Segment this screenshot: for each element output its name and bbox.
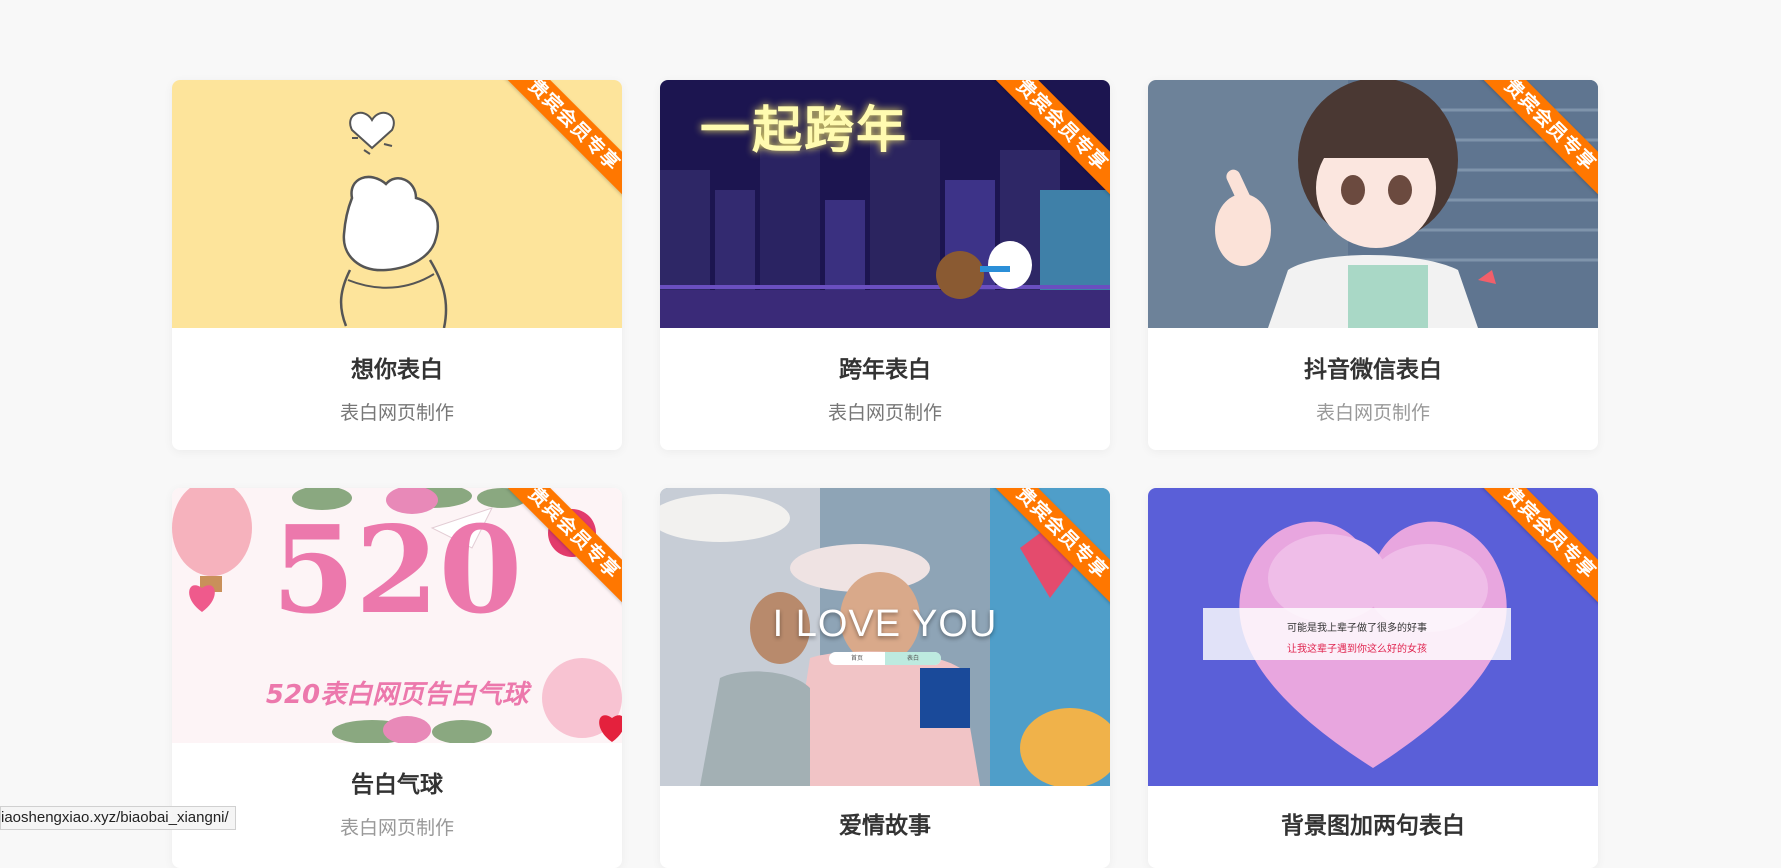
image-heading: I LOVE YOU xyxy=(772,603,998,645)
vip-ribbon: 贵宾会员专享 xyxy=(990,80,1110,200)
template-card-kuanian[interactable]: 一起跨年 贵宾会员专享 跨年表白 表白网页制作 xyxy=(660,80,1110,450)
card-title: 跨年表白 xyxy=(839,357,931,383)
preview-button-group: 首页 表白 xyxy=(829,652,941,665)
vip-badge: 贵宾会员专享 xyxy=(1478,80,1598,200)
card-title: 爱情故事 xyxy=(839,813,931,839)
template-card-aiqing-gushi[interactable]: I LOVE YOU 首页 表白 贵宾会员专享 爱情故事 xyxy=(660,488,1110,868)
vip-badge: 贵宾会员专享 xyxy=(990,80,1110,200)
template-card-gaobai-qiqiu[interactable]: 520 520表白网页告白气球 贵宾会员专享 告白气球 表白网页制作 xyxy=(172,488,622,868)
card-thumbnail[interactable]: 一起跨年 贵宾会员专享 xyxy=(660,80,1110,328)
preview-confess-button: 表白 xyxy=(885,652,941,665)
card-thumbnail[interactable]: 贵宾会员专享 xyxy=(1148,80,1598,328)
card-thumbnail[interactable]: 可能是我上辈子做了很多的好事 让我这辈子遇到你这么好的女孩 贵宾会员专享 xyxy=(1148,488,1598,786)
vip-ribbon: 贵宾会员专享 xyxy=(502,488,622,608)
card-thumbnail[interactable]: 贵宾会员专享 xyxy=(172,80,622,328)
quote-line-1: 可能是我上辈子做了很多的好事 xyxy=(1287,623,1427,634)
vip-badge: 贵宾会员专享 xyxy=(502,80,622,200)
quote-line-2: 让我这辈子遇到你这么好的女孩 xyxy=(1287,644,1427,655)
card-subtitle: 表白网页制作 xyxy=(339,402,454,424)
template-card-beijingtu[interactable]: 可能是我上辈子做了很多的好事 让我这辈子遇到你这么好的女孩 贵宾会员专享 背景图… xyxy=(1148,488,1598,868)
vip-badge: 贵宾会员专享 xyxy=(502,488,622,608)
vip-ribbon: 贵宾会员专享 xyxy=(502,80,622,200)
image-heading: 一起跨年 xyxy=(700,101,908,159)
vip-badge: 贵宾会员专享 xyxy=(1478,488,1598,608)
quote-box: 可能是我上辈子做了很多的好事 让我这辈子遇到你这么好的女孩 xyxy=(1203,608,1511,660)
template-card-xiangni[interactable]: 贵宾会员专享 想你表白 表白网页制作 xyxy=(172,80,622,450)
card-title: 想你表白 xyxy=(351,357,443,383)
template-card-douyin[interactable]: 贵宾会员专享 抖音微信表白 表白网页制作 xyxy=(1148,80,1598,450)
preview-home-button: 首页 xyxy=(850,655,863,662)
card-subtitle: 表白网页制作 xyxy=(827,402,942,424)
card-thumbnail[interactable]: I LOVE YOU 首页 表白 贵宾会员专享 xyxy=(660,488,1110,786)
card-subtitle: 表白网页制作 xyxy=(1315,402,1430,424)
status-bar-url: iaoshengxiao.xyz/biaobai_xiangni/ xyxy=(0,806,236,830)
vip-ribbon: 贵宾会员专享 xyxy=(990,488,1110,608)
vip-ribbon: 贵宾会员专享 xyxy=(1478,80,1598,200)
vip-ribbon: 贵宾会员专享 xyxy=(1478,488,1598,608)
card-thumbnail[interactable]: 520 520表白网页告白气球 贵宾会员专享 xyxy=(172,488,622,743)
card-subtitle: 表白网页制作 xyxy=(339,817,454,839)
card-title: 背景图加两句表白 xyxy=(1281,813,1465,839)
image-caption: 520表白网页告白气球 xyxy=(265,680,529,710)
card-title: 告白气球 xyxy=(351,772,443,798)
card-title: 抖音微信表白 xyxy=(1304,357,1442,383)
vip-badge: 贵宾会员专享 xyxy=(990,488,1110,608)
